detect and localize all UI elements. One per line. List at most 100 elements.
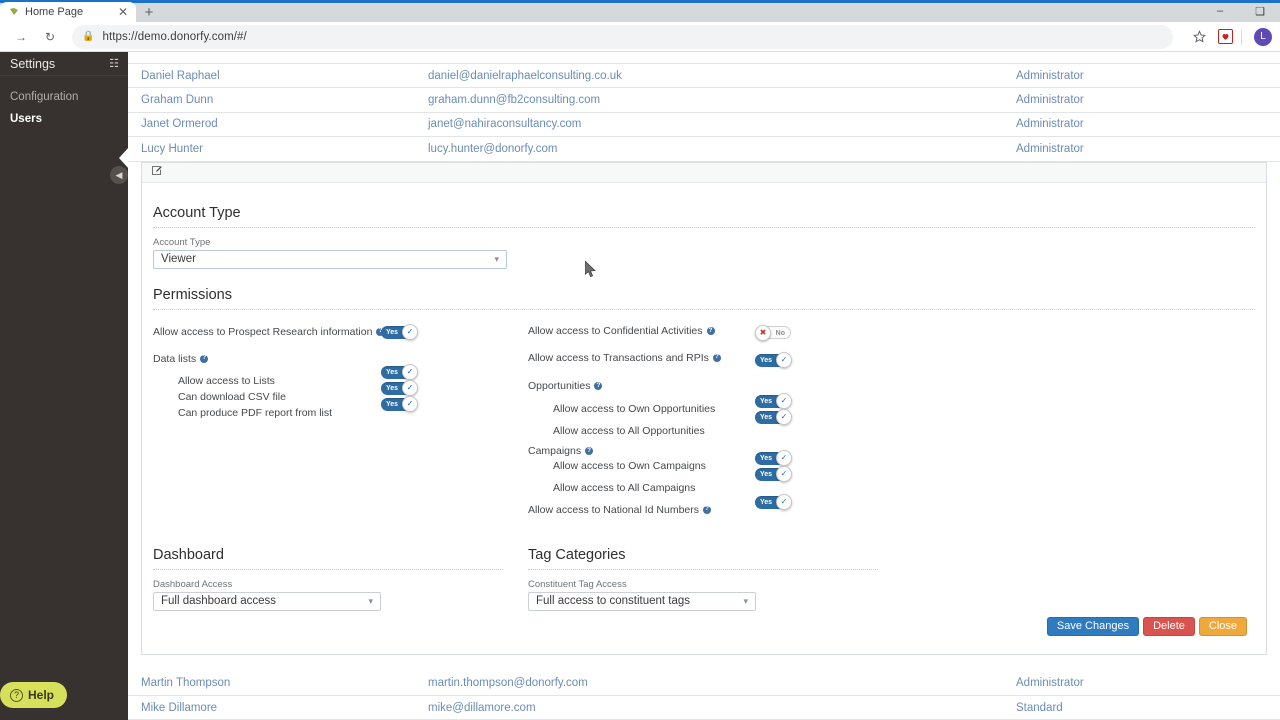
- address-bar[interactable]: 🔒 https://demo.donorfy.com/#/: [72, 24, 1173, 49]
- permission-row: Can download CSV file: [153, 389, 528, 405]
- save-changes-button[interactable]: Save Changes: [1046, 616, 1140, 636]
- user-name[interactable]: Graham Dunn: [141, 94, 428, 106]
- permission-row: Allow access to Own Opportunities: [528, 401, 903, 417]
- help-circle-icon[interactable]: ?: [712, 353, 721, 362]
- permission-group-opportunities: Opportunities ?: [528, 372, 903, 401]
- permission-row: Allow access to All Campaigns: [528, 474, 903, 502]
- user-email[interactable]: lucy.hunter@donorfy.com: [428, 143, 1016, 155]
- forward-icon[interactable]: →: [8, 24, 34, 50]
- maximize-button[interactable]: ❑: [1240, 1, 1280, 21]
- user-role: Administrator: [1016, 677, 1084, 690]
- extension-icon[interactable]: [1218, 29, 1233, 44]
- permission-text: Allow access to National Id Numbers: [528, 503, 699, 516]
- toggle-own-opportunities[interactable]: Yes ✓: [755, 392, 792, 411]
- user-email[interactable]: janet@nahiraconsultancy.com: [428, 118, 1016, 130]
- toggle-own-campaigns[interactable]: Yes ✓: [755, 449, 792, 468]
- edit-pencil-icon[interactable]: [151, 165, 162, 179]
- browser-window: Home Page ✕ + – ❑ → ↻ 🔒 https://demo.don…: [0, 0, 1280, 720]
- browser-toolbar: → ↻ 🔒 https://demo.donorfy.com/#/ L: [0, 22, 1280, 52]
- page-root: Settings ☷ Configuration Users ◀ ? Help …: [0, 52, 1280, 720]
- user-email[interactable]: martin.thompson@donorfy.com: [428, 677, 1016, 689]
- toggle-prospect-research[interactable]: Yes ✓: [381, 323, 418, 342]
- account-type-select[interactable]: Viewer ▾: [153, 249, 507, 269]
- table-row[interactable]: Lucy Hunter lucy.hunter@donorfy.com Admi…: [128, 137, 1280, 162]
- toolbar-divider: [1241, 28, 1242, 45]
- tab-strip: Home Page ✕ +: [0, 0, 1200, 22]
- user-name[interactable]: Lucy Hunter: [141, 143, 428, 155]
- table-row[interactable]: Martin Thompson martin.thompson@donorfy.…: [128, 672, 1280, 696]
- check-icon: ✓: [776, 449, 792, 466]
- chevron-down-icon: ▾: [368, 595, 373, 606]
- permission-label: Can produce PDF report from list: [178, 406, 333, 419]
- toggle-transactions-rpis[interactable]: Yes ✓: [755, 351, 792, 370]
- permission-label: Allow access to All Campaigns: [553, 481, 696, 494]
- sidebar-item-configuration[interactable]: Configuration: [0, 86, 128, 108]
- tag-categories-section: Tag Categories Constituent Tag Access Fu…: [528, 547, 903, 611]
- window-controls: – ❑: [1200, 0, 1280, 22]
- permission-label: Allow access to All Opportunities: [553, 424, 705, 437]
- permission-label: Can download CSV file: [178, 390, 286, 403]
- star-icon[interactable]: [1186, 24, 1212, 50]
- help-circle-icon[interactable]: ?: [706, 327, 715, 336]
- help-circle-icon[interactable]: ?: [594, 382, 603, 391]
- user-email[interactable]: graham.dunn@fb2consulting.com: [428, 94, 1016, 106]
- dashboard-access-field: Dashboard Access Full dashboard access ▾: [153, 579, 381, 611]
- toggle-national-id-numbers[interactable]: Yes ✓: [755, 493, 792, 512]
- chevron-left-circle-icon[interactable]: ◀: [110, 166, 128, 184]
- help-circle-icon[interactable]: ?: [585, 447, 594, 456]
- table-row[interactable]: Janet Ormerod janet@nahiraconsultancy.co…: [128, 113, 1280, 138]
- constituent-tag-access-value: Full access to constituent tags: [536, 595, 691, 608]
- permission-row: Allow access to Confidential Activities …: [528, 319, 903, 344]
- panel-body: Account Type Account Type Viewer ▾ Permi…: [142, 183, 1266, 654]
- new-tab-button[interactable]: +: [136, 2, 162, 22]
- panel-action-buttons: Save Changes Delete Close: [153, 611, 1255, 644]
- table-row[interactable]: Daniel Raphael daniel@danielraphaelconsu…: [128, 64, 1280, 89]
- browser-tab[interactable]: Home Page ✕: [0, 2, 136, 22]
- main-content: Daniel Raphael daniel@danielraphaelconsu…: [128, 52, 1280, 720]
- reload-icon[interactable]: ↻: [37, 24, 63, 50]
- help-circle-icon[interactable]: ?: [200, 354, 209, 363]
- toggle-state-label: Yes: [386, 400, 399, 408]
- toggle-confidential-activities[interactable]: No ✖: [755, 324, 791, 342]
- permission-row: Allow access to National Id Numbers ?: [528, 502, 903, 518]
- close-button[interactable]: Close: [1198, 616, 1247, 636]
- bottom-sections: Dashboard Dashboard Access Full dashboar…: [153, 547, 1255, 611]
- constituent-tag-access-select[interactable]: Full access to constituent tags ▾: [528, 591, 756, 611]
- collapse-panel-icon[interactable]: ☷: [109, 57, 119, 70]
- avatar[interactable]: L: [1254, 27, 1272, 46]
- dashboard-access-select[interactable]: Full dashboard access ▾: [153, 591, 381, 611]
- url-text: https://demo.donorfy.com/#/: [102, 30, 247, 43]
- user-email[interactable]: mike@dillamore.com: [428, 702, 1016, 714]
- user-name[interactable]: Martin Thompson: [141, 677, 428, 689]
- toggle-pdf-report[interactable]: Yes ✓: [381, 395, 418, 414]
- section-title-dashboard: Dashboard: [153, 546, 224, 563]
- table-row[interactable]: Mike Dillamore mike@dillamore.com Standa…: [128, 696, 1280, 720]
- delete-button[interactable]: Delete: [1143, 616, 1195, 636]
- panel-header: [142, 162, 1266, 183]
- user-name[interactable]: Janet Ormerod: [141, 118, 428, 130]
- user-name[interactable]: Mike Dillamore: [141, 702, 428, 714]
- toggle-state-label: No: [775, 329, 785, 337]
- help-button[interactable]: ? Help: [0, 682, 68, 708]
- toggle-all-campaigns[interactable]: Yes ✓: [755, 465, 792, 484]
- user-name[interactable]: Daniel Raphael: [141, 70, 428, 82]
- minimize-button[interactable]: –: [1200, 1, 1240, 21]
- help-circle-icon[interactable]: ?: [703, 505, 711, 514]
- toggle-allow-access-lists[interactable]: Yes ✓: [381, 363, 418, 382]
- section-divider: [153, 568, 503, 570]
- check-icon: ✓: [402, 379, 418, 396]
- section-divider: [528, 568, 878, 570]
- dashboard-section: Dashboard Dashboard Access Full dashboar…: [153, 547, 528, 611]
- permission-text: Allow access to Confidential Activities: [528, 325, 703, 338]
- tab-title: Home Page: [25, 6, 84, 18]
- toggle-all-opportunities[interactable]: Yes ✓: [755, 408, 792, 427]
- permission-label: Allow access to Own Opportunities: [553, 402, 716, 415]
- sidebar-item-users[interactable]: Users: [0, 108, 128, 130]
- close-icon[interactable]: ✕: [116, 5, 130, 19]
- account-type-field: Account Type Viewer ▾: [153, 237, 507, 269]
- cross-icon: ✖: [755, 324, 771, 341]
- toggle-download-csv[interactable]: Yes ✓: [381, 379, 418, 398]
- user-email[interactable]: daniel@danielraphaelconsulting.co.uk: [428, 70, 1016, 82]
- user-role: Administrator: [1016, 69, 1084, 82]
- table-row[interactable]: Graham Dunn graham.dunn@fb2consulting.co…: [128, 88, 1280, 113]
